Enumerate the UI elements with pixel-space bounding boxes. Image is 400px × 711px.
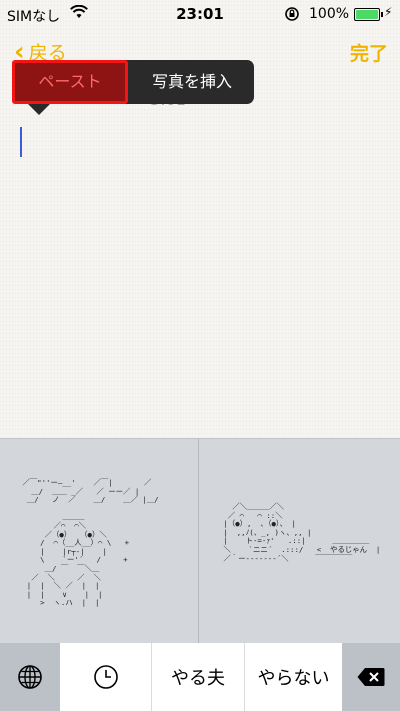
ascii-art: ／＼＿＿＿／＼ ／ ⌒ ⌒ ::＼ |（●）, 、（●）、 | | ,,ﾉ(、_…	[223, 502, 381, 563]
battery-icon	[354, 8, 383, 21]
menu-pointer	[28, 104, 50, 115]
battery-percent: 100%	[309, 6, 350, 22]
charging-icon: ⚡	[384, 5, 393, 19]
candidate-yarujan-art[interactable]: ／＼＿＿＿／＼ ／ ⌒ ⌒ ::＼ |（●）, 、（●）、 | | ,,ﾉ(、_…	[200, 439, 400, 643]
keyboard: ／￣"''ー―__' ／￣| ／ ＿/ ＿＿ _／ ／ ーー／ | ＿/ ノ ／…	[0, 438, 400, 711]
suggestion-yaruo[interactable]: やる夫	[152, 643, 245, 711]
delete-icon	[357, 668, 385, 686]
insert-photo-button[interactable]: 写真を挿入	[130, 60, 254, 104]
status-bar: SIMなし 23:01 100% ⚡	[0, 0, 400, 28]
ascii-art: ／￣"''ー―__' ／￣| ／ ＿/ ＿＿ _／ ／ ーー／ | ＿/ ノ ／…	[22, 478, 159, 608]
globe-key[interactable]	[0, 643, 60, 711]
text-cursor	[20, 127, 22, 157]
done-button[interactable]: 完了	[350, 39, 388, 66]
globe-icon	[18, 665, 42, 689]
clock-icon	[93, 665, 118, 689]
delete-key[interactable]	[342, 643, 400, 711]
history-key[interactable]	[60, 643, 152, 711]
edit-menu: ペースト 写真を挿入	[12, 60, 254, 115]
paste-button[interactable]: ペースト	[12, 60, 128, 104]
suggestion-yaranai[interactable]: やらない	[245, 643, 342, 711]
candidate-yaruo-art[interactable]: ／￣"''ー―__' ／￣| ／ ＿/ ＿＿ _／ ／ ーー／ | ＿/ ノ ／…	[0, 439, 199, 643]
rotation-lock-icon	[284, 6, 300, 26]
keyboard-bottom-bar: やる夫 やらない	[0, 643, 400, 711]
